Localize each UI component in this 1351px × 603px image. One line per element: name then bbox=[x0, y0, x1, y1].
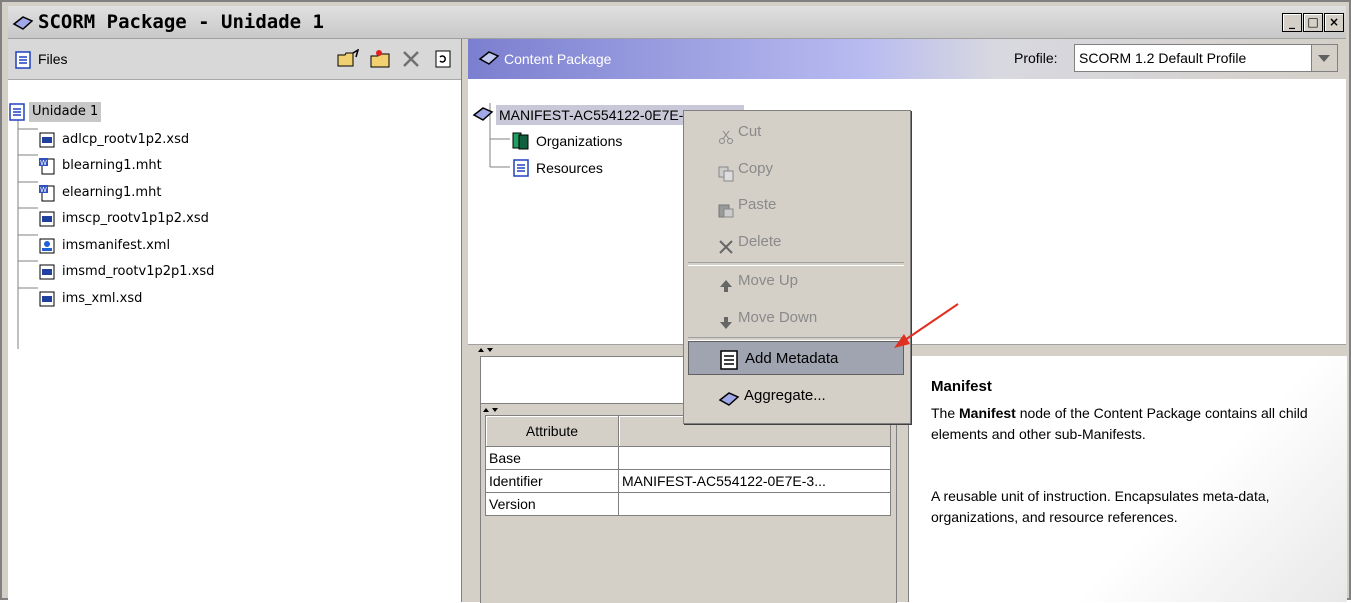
menu-item-label: Cut bbox=[738, 123, 762, 140]
info-bold-term: Manifest bbox=[959, 405, 1016, 421]
aggregate-icon bbox=[718, 387, 740, 406]
metadata-icon bbox=[719, 349, 739, 370]
file-label: imscp_rootv1p1p2.xsd bbox=[62, 211, 209, 226]
attribute-value[interactable] bbox=[618, 492, 891, 516]
menu-item-label: Copy bbox=[738, 160, 774, 177]
profile-label: Profile: bbox=[1014, 50, 1058, 66]
file-label: imsmanifest.xml bbox=[62, 238, 171, 253]
xsd-file-icon bbox=[38, 263, 56, 281]
cut-icon bbox=[718, 124, 734, 144]
menu-item-label: Add Metadata bbox=[745, 350, 839, 367]
tree-root-label: Unidade 1 bbox=[29, 102, 102, 122]
table-row[interactable]: Identifier MANIFEST-AC554122-0E7E-3... bbox=[485, 469, 891, 493]
info-description: The Manifest node of the Content Package… bbox=[931, 403, 1311, 445]
document-icon bbox=[8, 103, 26, 121]
application-window: SCORM Package - Unidade 1 _ □ × Files Un… bbox=[0, 0, 1351, 603]
file-label: elearning1.mht bbox=[62, 185, 162, 200]
window-title: SCORM Package - Unidade 1 bbox=[38, 11, 324, 33]
resources-label: Resources bbox=[536, 160, 603, 176]
copy-icon bbox=[718, 161, 734, 182]
menu-item-paste[interactable]: Paste bbox=[688, 188, 904, 222]
delete-icon[interactable] bbox=[401, 49, 421, 69]
attribute-value[interactable] bbox=[618, 446, 891, 470]
title-bar[interactable]: SCORM Package - Unidade 1 _ □ × bbox=[8, 6, 1346, 39]
maximize-button[interactable]: □ bbox=[1303, 13, 1323, 32]
arrow-up-icon bbox=[718, 273, 734, 292]
organizations-icon bbox=[512, 132, 530, 150]
menu-item-label: Aggregate... bbox=[744, 387, 826, 404]
svg-text:W: W bbox=[40, 186, 47, 194]
paste-icon bbox=[718, 197, 734, 218]
attribute-value[interactable]: MANIFEST-AC554122-0E7E-3... bbox=[618, 469, 891, 493]
minimize-button[interactable]: _ bbox=[1282, 13, 1302, 32]
info-text: The bbox=[931, 405, 960, 421]
menu-item-move-down[interactable]: Move Down bbox=[688, 301, 904, 335]
word-file-icon: W bbox=[38, 184, 56, 202]
files-header: Files bbox=[8, 39, 461, 80]
file-label: blearning1.mht bbox=[62, 158, 162, 173]
menu-item-label: Move Down bbox=[738, 309, 818, 326]
chevron-down-icon[interactable] bbox=[1311, 45, 1337, 71]
attribute-name: Base bbox=[485, 446, 619, 470]
files-toolbar bbox=[329, 48, 453, 69]
table-row[interactable]: Base bbox=[485, 446, 891, 470]
info-pane: Manifest The Manifest node of the Conten… bbox=[908, 356, 1347, 602]
package-icon bbox=[478, 50, 500, 70]
files-panel: Files Unidade 1 adlcp_rootv1p2.xsd W ble… bbox=[8, 39, 462, 602]
menu-item-move-up[interactable]: Move Up bbox=[688, 264, 904, 298]
menu-item-label: Move Up bbox=[738, 272, 799, 289]
annotation-arrow-icon bbox=[894, 303, 959, 348]
menu-item-label: Paste bbox=[738, 196, 777, 213]
table-row[interactable]: Version bbox=[485, 492, 891, 516]
content-package-title: Content Package bbox=[504, 51, 612, 67]
close-button[interactable]: × bbox=[1324, 13, 1344, 32]
arrow-down-icon bbox=[718, 310, 734, 329]
menu-item-add-metadata[interactable]: Add Metadata bbox=[688, 341, 904, 375]
organizations-label: Organizations bbox=[536, 133, 623, 149]
xsd-file-icon bbox=[38, 210, 56, 228]
svg-text:W: W bbox=[40, 159, 47, 167]
files-title: Files bbox=[38, 51, 68, 67]
context-menu: Cut Copy Paste Delete Move Up Move Down … bbox=[683, 110, 911, 424]
window-controls: _ □ × bbox=[1281, 13, 1344, 32]
file-label: imsmd_rootv1p2p1.xsd bbox=[62, 264, 215, 279]
new-folder-icon[interactable] bbox=[369, 49, 390, 69]
file-label: adlcp_rootv1p2.xsd bbox=[62, 132, 190, 147]
xml-file-icon bbox=[38, 237, 56, 255]
attribute-column-header[interactable]: Attribute bbox=[485, 415, 619, 447]
attributes-table: Attribute Base Identifier MANIFEST-AC554… bbox=[485, 415, 891, 516]
menu-item-aggregate[interactable]: Aggregate... bbox=[688, 379, 904, 413]
attribute-name: Identifier bbox=[485, 469, 619, 493]
delete-icon bbox=[718, 234, 734, 254]
info-definition: A reusable unit of instruction. Encapsul… bbox=[931, 488, 1270, 525]
profile-value: SCORM 1.2 Default Profile bbox=[1079, 50, 1247, 66]
menu-item-label: Delete bbox=[738, 233, 782, 250]
attribute-name: Version bbox=[485, 492, 619, 516]
xsd-file-icon bbox=[38, 290, 56, 308]
package-icon bbox=[472, 106, 494, 124]
menu-item-delete[interactable]: Delete bbox=[688, 225, 904, 259]
document-icon bbox=[512, 159, 530, 177]
refresh-icon[interactable] bbox=[433, 49, 453, 69]
splitter-arrows[interactable] bbox=[481, 405, 501, 415]
profile-select[interactable]: SCORM 1.2 Default Profile bbox=[1074, 44, 1338, 72]
content-package-header: Content Package Profile: SCORM 1.2 Defau… bbox=[468, 39, 1346, 79]
xsd-file-icon bbox=[38, 131, 56, 149]
open-folder-icon[interactable] bbox=[337, 48, 359, 69]
word-file-icon: W bbox=[38, 157, 56, 175]
info-title: Manifest bbox=[931, 378, 992, 395]
package-icon bbox=[12, 15, 34, 35]
menu-item-cut[interactable]: Cut bbox=[688, 115, 904, 149]
menu-item-copy[interactable]: Copy bbox=[688, 152, 904, 186]
document-icon bbox=[14, 51, 32, 73]
file-label: ims_xml.xsd bbox=[62, 291, 143, 306]
